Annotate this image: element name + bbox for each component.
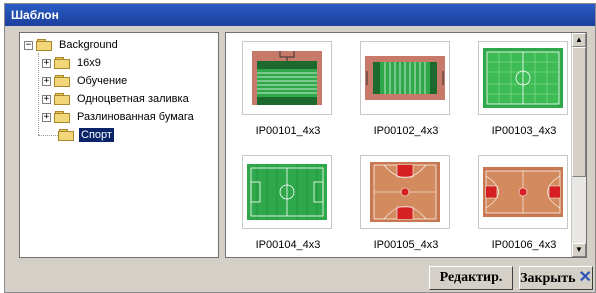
folder-icon xyxy=(54,93,70,105)
template-tile[interactable]: IP00101_4x3 xyxy=(232,37,344,145)
expand-icon[interactable]: + xyxy=(42,76,51,86)
soccer-field-green-icon xyxy=(483,48,563,108)
template-thumbnail xyxy=(242,41,332,115)
tree-item-background[interactable]: − Background xyxy=(24,36,120,54)
tree-item-label: 16x9 xyxy=(77,57,101,69)
tree-item-label: Обучение xyxy=(77,75,128,87)
template-tile[interactable]: IP00103_4x3 xyxy=(468,37,580,145)
template-label: IP00104_4x3 xyxy=(255,239,321,251)
template-label: IP00106_4x3 xyxy=(491,239,557,251)
template-thumbnail xyxy=(478,41,568,115)
collapse-icon[interactable]: − xyxy=(24,40,33,50)
basketball-court-vertical-icon xyxy=(370,162,440,222)
expand-icon[interactable]: + xyxy=(42,58,51,68)
template-thumbnail xyxy=(478,155,568,229)
edit-button[interactable]: Редактир. xyxy=(429,266,513,290)
dialog-title: Шаблон xyxy=(5,4,595,26)
expand-icon[interactable]: + xyxy=(42,112,51,122)
tree-guide-line xyxy=(38,135,58,136)
folder-open-icon xyxy=(36,39,52,51)
scroll-up-icon[interactable]: ▲ xyxy=(572,33,586,47)
folder-icon xyxy=(54,75,70,87)
american-football-field-icon xyxy=(252,51,322,105)
tree-item-sport[interactable]: Спорт xyxy=(58,126,114,144)
basketball-court-horizontal-icon xyxy=(483,167,563,217)
template-label: IP00101_4x3 xyxy=(255,125,321,137)
template-label: IP00102_4x3 xyxy=(373,125,439,137)
template-gallery[interactable]: IP00101_4x3 IP00102_4x3 IP00103_4x3 IP00… xyxy=(225,32,587,258)
template-thumbnail xyxy=(242,155,332,229)
edit-button-label: Редактир. xyxy=(439,270,503,285)
template-tile[interactable]: IP00106_4x3 xyxy=(468,151,580,259)
category-tree[interactable]: − Background + 16x9 + Обучение + Одноцве… xyxy=(19,32,219,258)
scroll-down-icon[interactable]: ▼ xyxy=(572,243,586,257)
tree-item-label: Разлинованная бумага xyxy=(77,111,194,123)
expand-icon[interactable]: + xyxy=(42,94,51,104)
close-button[interactable]: Закрыть ✕ xyxy=(519,266,593,290)
tree-guide-line xyxy=(38,53,39,135)
folder-icon xyxy=(54,57,70,69)
tree-item-label: Background xyxy=(59,39,118,51)
football-field-horizontal-icon xyxy=(365,56,445,100)
template-thumbnail xyxy=(360,155,450,229)
template-dialog: Шаблон − Background + 16x9 + Обучение + … xyxy=(4,3,596,293)
folder-icon xyxy=(54,111,70,123)
tree-item-solid-fill[interactable]: + Одноцветная заливка xyxy=(42,90,191,108)
scroll-thumb[interactable] xyxy=(572,47,586,177)
tree-item-16x9[interactable]: + 16x9 xyxy=(42,54,103,72)
tree-item-label: Одноцветная заливка xyxy=(77,93,189,105)
folder-open-icon xyxy=(58,129,74,141)
tree-item-lined-paper[interactable]: + Разлинованная бумага xyxy=(42,108,196,126)
tree-item-label: Спорт xyxy=(79,128,114,142)
template-thumbnail xyxy=(360,41,450,115)
template-label: IP00103_4x3 xyxy=(491,125,557,137)
template-tile[interactable]: IP00105_4x3 xyxy=(350,151,462,259)
soccer-field-icon xyxy=(247,164,327,220)
template-tile[interactable]: IP00104_4x3 xyxy=(232,151,344,259)
close-icon: ✕ xyxy=(578,269,592,286)
template-tile[interactable]: IP00102_4x3 xyxy=(350,37,462,145)
close-button-label: Закрыть xyxy=(520,271,576,286)
tree-item-obuchenie[interactable]: + Обучение xyxy=(42,72,129,90)
template-label: IP00105_4x3 xyxy=(373,239,439,251)
gallery-scrollbar[interactable]: ▲ ▼ xyxy=(571,33,586,257)
